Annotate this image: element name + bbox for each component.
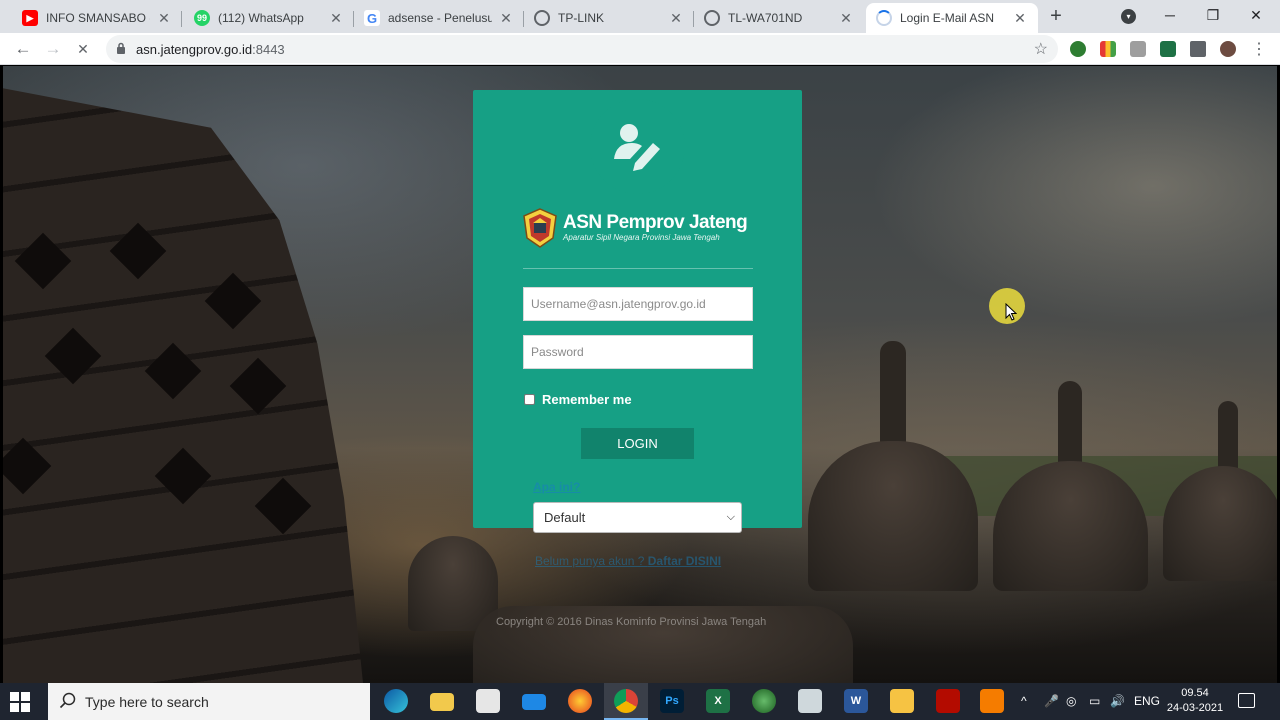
extension-excel-icon[interactable]: [1160, 41, 1176, 57]
chrome-icon[interactable]: [614, 689, 638, 713]
background-stupa: [808, 441, 978, 591]
copyright-text: Copyright © 2016 Dinas Kominfo Provinsi …: [496, 616, 767, 628]
url-text: asn.jatengprov.go.id:8443: [136, 42, 285, 57]
clock-date: 24-03-2021: [1166, 702, 1224, 714]
background-stupa: [1163, 466, 1277, 581]
google-icon: G: [364, 10, 380, 26]
mouse-cursor-icon: [1005, 303, 1017, 321]
chevron-up-icon[interactable]: ^: [1021, 694, 1027, 708]
stop-loading-button[interactable]: ✕: [72, 38, 94, 60]
extension-tab-icon[interactable]: [1130, 41, 1146, 57]
register-link[interactable]: Daftar DISINI: [648, 554, 721, 568]
globe-icon: [534, 10, 550, 26]
brand-title: ASN Pemprov Jateng: [563, 212, 748, 233]
remember-me-label: Remember me: [542, 392, 632, 407]
tab-tl-wa701nd[interactable]: TL-WA701ND ✕: [694, 3, 864, 33]
jateng-seal-icon: [523, 208, 557, 248]
skin-select[interactable]: Default ⌵: [533, 502, 742, 533]
restore-button[interactable]: ❐: [1198, 4, 1228, 26]
password-input[interactable]: Password: [523, 335, 753, 369]
tab-title: INFO SMANSABO - Yo: [46, 11, 150, 25]
back-button[interactable]: ←: [12, 38, 34, 60]
file-explorer-icon[interactable]: [430, 693, 454, 711]
username-input[interactable]: Username@asn.jatengprov.go.id: [523, 287, 753, 321]
extension-chart-icon[interactable]: [1100, 41, 1116, 57]
network-globe-icon[interactable]: [752, 689, 776, 713]
profile-avatar[interactable]: [1220, 41, 1236, 57]
tab-title: (112) WhatsApp: [218, 11, 304, 25]
pen-app-icon[interactable]: [890, 689, 914, 713]
tab-title: TL-WA701ND: [728, 11, 803, 25]
checkbox-box[interactable]: [524, 394, 535, 405]
asn-brand-logo: ASN Pemprov Jateng Aparatur Sipil Negara…: [523, 207, 748, 249]
recorder-app-icon[interactable]: [980, 689, 1004, 713]
search-icon: [59, 692, 76, 709]
remember-me-checkbox[interactable]: Remember me: [524, 392, 632, 407]
tab-tp-link[interactable]: TP-LINK ✕: [524, 3, 694, 33]
close-window-button[interactable]: ✕: [1241, 4, 1271, 26]
new-tab-button[interactable]: +: [1046, 6, 1066, 26]
photoshop-icon[interactable]: Ps: [660, 689, 684, 713]
minimize-button[interactable]: ─: [1155, 4, 1185, 26]
login-button[interactable]: LOGIN: [581, 428, 694, 459]
excel-icon[interactable]: X: [706, 689, 730, 713]
edge-icon[interactable]: [384, 689, 408, 713]
what-is-it-link[interactable]: Apa ini?: [533, 480, 580, 494]
webcam-icon[interactable]: ◎: [1066, 694, 1076, 708]
notification-icon[interactable]: [1238, 693, 1255, 708]
globe-icon: [704, 10, 720, 26]
user-edit-icon: [614, 124, 660, 171]
loading-icon: [876, 10, 892, 26]
acrobat-icon[interactable]: [936, 689, 960, 713]
browser-tab-strip: ▶ INFO SMANSABO - Yo ✕ 99 (112) WhatsApp…: [0, 0, 1280, 33]
close-tab-icon[interactable]: ✕: [156, 10, 172, 27]
firefox-icon[interactable]: [568, 689, 592, 713]
close-tab-icon[interactable]: ✕: [328, 10, 344, 27]
tab-whatsapp[interactable]: 99 (112) WhatsApp ✕: [184, 3, 354, 33]
extension-globe-icon[interactable]: [1070, 41, 1086, 57]
clock-time: 09.54: [1181, 687, 1209, 699]
chevron-down-icon: ⌵: [726, 511, 735, 523]
forward-button[interactable]: →: [42, 38, 64, 60]
register-text: Belum punya akun ? Daftar DISINI: [535, 554, 722, 568]
youtube-icon: ▶: [22, 10, 38, 26]
brand-divider: [523, 268, 753, 269]
tab-title: adsense - Penelusuran: [388, 11, 492, 25]
word-icon[interactable]: W: [844, 689, 868, 713]
skin-select-value: Default: [544, 510, 586, 525]
brand-subtitle: Aparatur Sipil Negara Provinsi Jawa Teng…: [563, 233, 720, 242]
menu-kebab-icon[interactable]: ⋮: [1251, 39, 1267, 59]
volume-icon[interactable]: 🔊: [1110, 694, 1125, 708]
login-avatar: [590, 99, 685, 194]
tab-search-icon[interactable]: ▾: [1121, 9, 1136, 24]
taskbar-search-placeholder: Type here to search: [85, 694, 209, 710]
microphone-icon[interactable]: 🎤: [1044, 694, 1059, 708]
tab-title: Login E-Mail ASN: [900, 11, 995, 25]
close-tab-icon[interactable]: ✕: [1012, 10, 1028, 27]
close-tab-icon[interactable]: ✕: [498, 10, 514, 27]
window-app-icon[interactable]: [798, 689, 822, 713]
mail-icon[interactable]: [522, 694, 546, 710]
close-tab-icon[interactable]: ✕: [668, 10, 684, 27]
tab-google-search[interactable]: G adsense - Penelusuran ✕: [354, 3, 524, 33]
store-icon[interactable]: [476, 689, 500, 713]
extensions-puzzle-icon[interactable]: [1190, 41, 1206, 57]
tab-youtube[interactable]: ▶ INFO SMANSABO - Yo ✕: [12, 3, 182, 33]
browser-toolbar: ← → ✕ asn.jatengprov.go.id:8443 ☆ ⋮: [0, 33, 1280, 65]
network-icon[interactable]: ▭: [1089, 694, 1100, 708]
tab-login-email-asn[interactable]: Login E-Mail ASN ✕: [866, 3, 1038, 33]
system-clock[interactable]: 09.54 24-03-2021: [1166, 686, 1224, 716]
windows-start-icon[interactable]: [10, 692, 30, 712]
whatsapp-icon: 99: [194, 10, 210, 26]
windows-taskbar: Type here to search Ps X W ^ 🎤 ◎ ▭ 🔊 ENG…: [0, 683, 1280, 720]
address-bar[interactable]: asn.jatengprov.go.id:8443 ☆: [106, 35, 1058, 63]
bookmark-star-icon[interactable]: ☆: [1034, 39, 1048, 59]
close-tab-icon[interactable]: ✕: [838, 10, 854, 27]
lock-icon: [117, 42, 125, 54]
language-indicator[interactable]: ENG: [1134, 694, 1160, 708]
tab-title: TP-LINK: [558, 11, 605, 25]
taskbar-search-box[interactable]: Type here to search: [48, 683, 370, 720]
background-stupa: [3, 84, 363, 683]
